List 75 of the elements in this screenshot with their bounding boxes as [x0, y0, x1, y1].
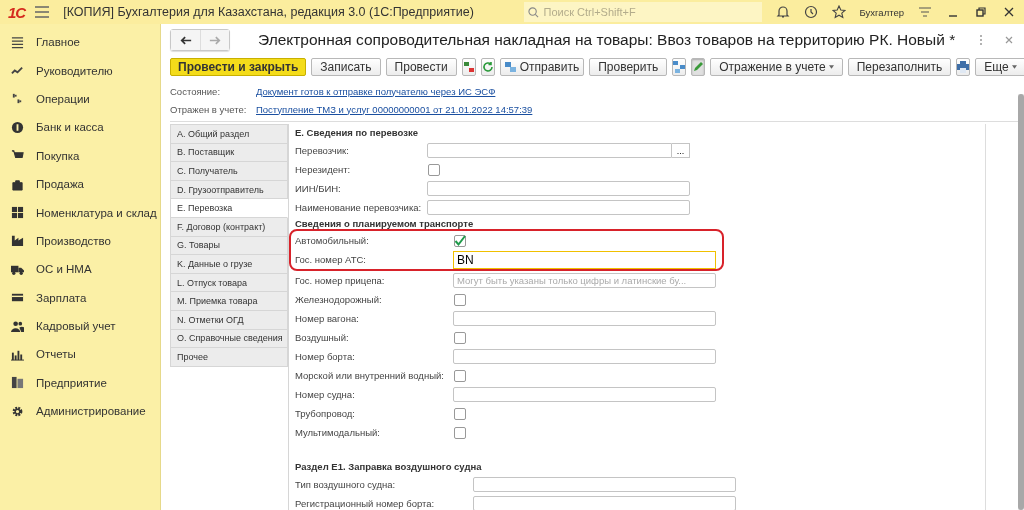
- sidebar-item[interactable]: ОС и НМА: [0, 255, 160, 284]
- sidebar-item[interactable]: Администрирование: [0, 397, 160, 426]
- app-logo: 1С: [8, 3, 26, 21]
- sidebar-item[interactable]: Предприятие: [0, 368, 160, 398]
- field-label: Железнодорожный:: [295, 294, 383, 305]
- sidebar-item[interactable]: Операции: [0, 84, 160, 114]
- sidebar-item[interactable]: Руководителю: [0, 56, 160, 85]
- send-button[interactable]: Отправить: [499, 58, 585, 76]
- field-label: Воздушный:: [295, 332, 350, 343]
- select-button[interactable]: ...: [672, 143, 690, 158]
- sidebar-label: Руководителю: [36, 64, 113, 77]
- sidebar-label: Администрирование: [36, 405, 146, 418]
- toolbar-button[interactable]: Записать: [311, 58, 381, 76]
- field-label: Номер судна:: [295, 389, 356, 400]
- sidebar-label: Покупка: [36, 149, 80, 162]
- sidebar-label: Продажа: [36, 178, 84, 191]
- field-label: Автомобильный:: [295, 235, 370, 246]
- sidebar-label: Операции: [36, 92, 90, 105]
- sidebar-label: Номенклатура и склад: [36, 206, 157, 219]
- section-tab[interactable]: M. Приемка товара: [170, 292, 288, 311]
- sidebar-item[interactable]: Покупка: [0, 141, 160, 170]
- sidebar-label: Зарплата: [36, 291, 87, 304]
- sidebar-label: Кадровый учет: [36, 320, 116, 333]
- toolbar-button[interactable]: Проверить: [589, 58, 668, 76]
- status-label: Отражен в учете:: [170, 103, 248, 115]
- dropdown-button[interactable]: Еще: [975, 58, 1024, 76]
- sidebar-label: Главное: [36, 36, 80, 49]
- sidebar-label: ОС и НМА: [36, 263, 92, 276]
- field-label: Трубопровод:: [295, 408, 356, 419]
- field-label: Гос. номер прицепа:: [295, 275, 386, 286]
- sidebar-item[interactable]: Отчеты: [0, 340, 160, 369]
- toolbar-button[interactable]: Перезаполнить: [847, 58, 952, 76]
- field-label: Гос. номер АТС:: [295, 254, 367, 265]
- status-link[interactable]: Поступление ТМЗ и услуг 00000000001 от 21.01.2022 14:57:39: [256, 103, 533, 115]
- user-name[interactable]: Бухгалтер: [859, 6, 904, 18]
- field-label: Номер вагона:: [295, 313, 360, 324]
- window-title: [КОПИЯ] Бухгалтерия для Казахстана, редакция 3.0 (1С:Предприятие): [63, 5, 475, 19]
- status-label: Состояние:: [170, 85, 222, 97]
- sidebar-item[interactable]: Зарплата: [0, 283, 160, 312]
- sidebar-item[interactable]: Номенклатура и склад: [0, 198, 160, 227]
- field-label: Наименование перевозчика:: [295, 202, 423, 213]
- section-heading: E. Сведения по перевозке: [295, 126, 419, 140]
- field-label: Нерезидент:: [295, 164, 352, 175]
- dropdown-button[interactable]: Отражение в учете: [710, 58, 843, 76]
- field-label: Тип воздушного судна:: [295, 479, 397, 490]
- field-label: Регистрационный номер борта:: [295, 498, 436, 509]
- section-heading: Раздел E1. Заправка воздушного судна: [295, 460, 483, 474]
- field-label: Перевозчик:: [295, 145, 350, 156]
- input-field[interactable]: Могут быть указаны только цифры и латинские бу...: [453, 273, 716, 288]
- section-tab[interactable]: C. Получатель: [170, 162, 288, 181]
- section-heading: Сведения о планируемом транспорте: [295, 217, 475, 229]
- search-field[interactable]: Поиск Ctrl+Shift+F: [523, 2, 762, 22]
- toolbar-button[interactable]: Провести: [385, 58, 457, 76]
- sidebar-item[interactable]: Производство: [0, 226, 160, 256]
- sidebar-item[interactable]: Продажа: [0, 169, 160, 199]
- search-input[interactable]: Поиск Ctrl+Shift+F: [541, 5, 746, 19]
- field-label: Мультимодальный:: [295, 427, 381, 438]
- field-label: Морской или внутренний водный:: [295, 370, 445, 381]
- sidebar-item[interactable]: Банк и касса: [0, 113, 160, 142]
- sidebar-item[interactable]: Главное: [0, 28, 160, 57]
- section-tab[interactable]: Прочее: [170, 348, 288, 367]
- sidebar-item[interactable]: Кадровый учет: [0, 311, 160, 341]
- field-label: Номер борта:: [295, 351, 356, 362]
- status-link[interactable]: Документ готов к отправке получателю через ИС ЭСФ: [256, 85, 496, 97]
- sidebar-label: Предприятие: [36, 376, 107, 389]
- sidebar-label: Банк и касса: [36, 121, 104, 134]
- post-and-close-button[interactable]: Провести и закрыть: [170, 58, 307, 76]
- field-label: ИИН/БИН:: [295, 183, 342, 194]
- section-tab[interactable]: K. Данные о грузе: [170, 255, 288, 274]
- document-title: Электронная сопроводительная накладная на товары: Ввоз товаров на территорию РК. Новый *: [258, 31, 957, 49]
- sidebar-label: Отчеты: [36, 348, 76, 361]
- section-tab[interactable]: A. Общий раздел: [170, 124, 288, 144]
- input-field[interactable]: BN: [453, 250, 716, 269]
- sidebar-label: Производство: [36, 234, 111, 247]
- section-tab[interactable]: E. Перевозка: [170, 199, 288, 218]
